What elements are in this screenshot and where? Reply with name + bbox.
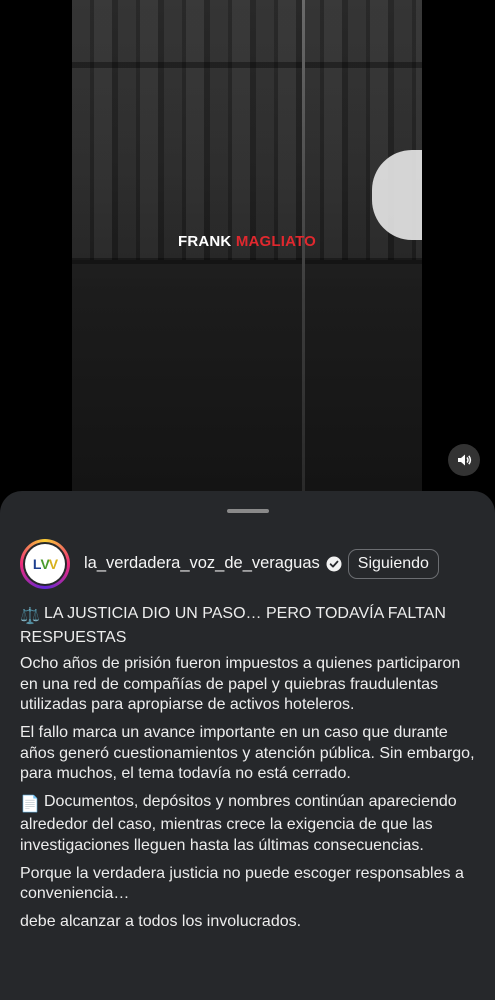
caption-heading: ⚖️ LA JUSTICIA DIO UN PASO… PERO TODAVÍA … xyxy=(20,605,446,646)
audio-toggle-button[interactable] xyxy=(448,444,480,476)
caption-paragraph: 📄 Documentos, depósitos y nombres continú… xyxy=(20,792,457,854)
username-link[interactable]: la_verdadera_voz_de_veraguas xyxy=(84,554,320,573)
caption-paragraph: Ocho años de prisión fueron impuestos a … xyxy=(20,655,461,714)
author-row: LVV la_verdadera_voz_de_veraguas Siguien… xyxy=(20,536,480,591)
post-details-sheet: LVV la_verdadera_voz_de_veraguas Siguien… xyxy=(0,491,495,1000)
caption-last-name: MAGLIATO xyxy=(235,233,317,250)
caption-paragraph: Porque la verdadera justicia no puede es… xyxy=(20,864,464,903)
bookshelf-background xyxy=(72,0,422,260)
caption-first-name: FRANK xyxy=(177,233,232,250)
speaker-icon xyxy=(458,454,472,466)
sheet-drag-handle[interactable] xyxy=(227,509,269,513)
verified-badge-icon xyxy=(326,556,342,571)
video-caption: FRANK MAGLIATO xyxy=(72,233,422,250)
scales-icon: ⚖️ xyxy=(20,608,40,625)
caption-paragraph: El fallo marca un avance importante en u… xyxy=(20,723,475,783)
reel-video[interactable]: FRANK MAGLIATO xyxy=(72,0,422,492)
shelf-divider xyxy=(72,62,422,68)
following-button[interactable]: Siguiendo xyxy=(347,548,439,579)
document-icon: 📄 xyxy=(20,795,40,813)
post-caption: ⚖️ LA JUSTICIA DIO UN PASO… PERO TODAVÍA … xyxy=(20,604,480,939)
avatar[interactable]: LVV xyxy=(20,538,70,589)
shelf-divider xyxy=(72,258,422,264)
caption-paragraph: debe alcanzar a todos los involucrados. xyxy=(20,912,302,930)
avatar-logo: LVV xyxy=(25,543,65,584)
